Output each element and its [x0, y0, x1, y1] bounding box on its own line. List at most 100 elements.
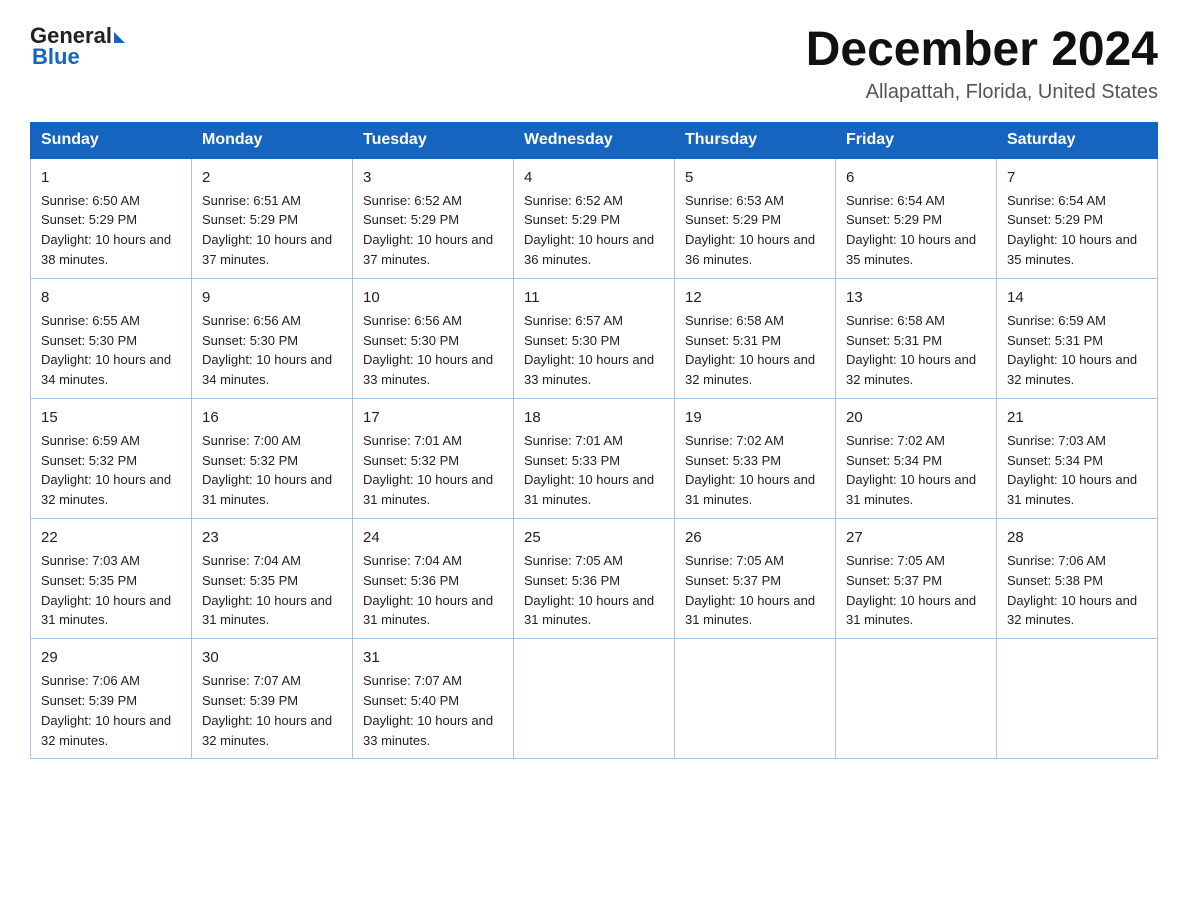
- day-info: Sunrise: 7:01 AMSunset: 5:33 PMDaylight:…: [524, 433, 654, 508]
- day-info: Sunrise: 7:02 AMSunset: 5:34 PMDaylight:…: [846, 433, 976, 508]
- calendar-day-cell: 22 Sunrise: 7:03 AMSunset: 5:35 PMDayligh…: [31, 519, 192, 639]
- calendar-day-cell: [675, 639, 836, 759]
- day-number: 2: [202, 167, 342, 189]
- day-number: 17: [363, 407, 503, 429]
- day-number: 19: [685, 407, 825, 429]
- day-info: Sunrise: 6:58 AMSunset: 5:31 PMDaylight:…: [846, 313, 976, 388]
- calendar-day-cell: 2 Sunrise: 6:51 AMSunset: 5:29 PMDaylight…: [192, 158, 353, 279]
- day-info: Sunrise: 7:03 AMSunset: 5:35 PMDaylight:…: [41, 553, 171, 628]
- day-number: 1: [41, 167, 181, 189]
- day-number: 24: [363, 527, 503, 549]
- calendar-day-cell: 12 Sunrise: 6:58 AMSunset: 5:31 PMDayligh…: [675, 278, 836, 398]
- title-block: December 2024 Allapattah, Florida, Unite…: [806, 24, 1158, 104]
- calendar-day-cell: 15Sunrise: 6:59 AMSunset: 5:32 PMDayligh…: [31, 399, 192, 519]
- day-of-week-header: Monday: [192, 122, 353, 158]
- calendar-week-row: 8 Sunrise: 6:55 AMSunset: 5:30 PMDaylight…: [31, 278, 1158, 398]
- day-number: 11: [524, 287, 664, 309]
- calendar-day-cell: [836, 639, 997, 759]
- day-number: 10: [363, 287, 503, 309]
- calendar-day-cell: 6 Sunrise: 6:54 AMSunset: 5:29 PMDaylight…: [836, 158, 997, 279]
- day-number: 27: [846, 527, 986, 549]
- page-header: General Blue December 2024 Allapattah, F…: [30, 24, 1158, 104]
- day-info: Sunrise: 6:56 AMSunset: 5:30 PMDaylight:…: [363, 313, 493, 388]
- day-info: Sunrise: 7:00 AMSunset: 5:32 PMDaylight:…: [202, 433, 332, 508]
- day-info: Sunrise: 7:04 AMSunset: 5:36 PMDaylight:…: [363, 553, 493, 628]
- calendar-day-cell: 27 Sunrise: 7:05 AMSunset: 5:37 PMDayligh…: [836, 519, 997, 639]
- day-info: Sunrise: 7:05 AMSunset: 5:37 PMDaylight:…: [846, 553, 976, 628]
- day-number: 12: [685, 287, 825, 309]
- day-number: 18: [524, 407, 664, 429]
- calendar-day-cell: 17 Sunrise: 7:01 AMSunset: 5:32 PMDayligh…: [353, 399, 514, 519]
- day-info: Sunrise: 6:54 AMSunset: 5:29 PMDaylight:…: [1007, 193, 1137, 268]
- day-info: Sunrise: 7:06 AMSunset: 5:38 PMDaylight:…: [1007, 553, 1137, 628]
- day-info: Sunrise: 6:59 AMSunset: 5:31 PMDaylight:…: [1007, 313, 1137, 388]
- calendar-day-cell: 18 Sunrise: 7:01 AMSunset: 5:33 PMDayligh…: [514, 399, 675, 519]
- day-of-week-header: Saturday: [997, 122, 1158, 158]
- calendar-day-cell: 3 Sunrise: 6:52 AMSunset: 5:29 PMDaylight…: [353, 158, 514, 279]
- calendar-day-cell: 24 Sunrise: 7:04 AMSunset: 5:36 PMDayligh…: [353, 519, 514, 639]
- day-info: Sunrise: 6:51 AMSunset: 5:29 PMDaylight:…: [202, 193, 332, 268]
- day-info: Sunrise: 7:05 AMSunset: 5:36 PMDaylight:…: [524, 553, 654, 628]
- day-of-week-header: Tuesday: [353, 122, 514, 158]
- calendar-day-cell: 21Sunrise: 7:03 AMSunset: 5:34 PMDayligh…: [997, 399, 1158, 519]
- day-info: Sunrise: 6:54 AMSunset: 5:29 PMDaylight:…: [846, 193, 976, 268]
- calendar-day-cell: 14Sunrise: 6:59 AMSunset: 5:31 PMDayligh…: [997, 278, 1158, 398]
- day-of-week-header: Wednesday: [514, 122, 675, 158]
- day-info: Sunrise: 7:07 AMSunset: 5:39 PMDaylight:…: [202, 673, 332, 748]
- day-of-week-header: Thursday: [675, 122, 836, 158]
- logo: General Blue: [30, 24, 125, 70]
- day-info: Sunrise: 6:55 AMSunset: 5:30 PMDaylight:…: [41, 313, 171, 388]
- day-info: Sunrise: 6:58 AMSunset: 5:31 PMDaylight:…: [685, 313, 815, 388]
- calendar-header-row: SundayMondayTuesdayWednesdayThursdayFrid…: [31, 122, 1158, 158]
- calendar-day-cell: 19 Sunrise: 7:02 AMSunset: 5:33 PMDayligh…: [675, 399, 836, 519]
- day-number: 3: [363, 167, 503, 189]
- day-number: 23: [202, 527, 342, 549]
- calendar-day-cell: 13 Sunrise: 6:58 AMSunset: 5:31 PMDayligh…: [836, 278, 997, 398]
- logo-arrow-icon: [114, 32, 125, 43]
- calendar-day-cell: 28 Sunrise: 7:06 AMSunset: 5:38 PMDayligh…: [997, 519, 1158, 639]
- day-of-week-header: Sunday: [31, 122, 192, 158]
- day-info: Sunrise: 6:52 AMSunset: 5:29 PMDaylight:…: [363, 193, 493, 268]
- calendar-day-cell: 30 Sunrise: 7:07 AMSunset: 5:39 PMDayligh…: [192, 639, 353, 759]
- day-number: 26: [685, 527, 825, 549]
- day-info: Sunrise: 6:52 AMSunset: 5:29 PMDaylight:…: [524, 193, 654, 268]
- day-info: Sunrise: 7:07 AMSunset: 5:40 PMDaylight:…: [363, 673, 493, 748]
- day-number: 16: [202, 407, 342, 429]
- calendar-day-cell: 29Sunrise: 7:06 AMSunset: 5:39 PMDayligh…: [31, 639, 192, 759]
- day-number: 25: [524, 527, 664, 549]
- day-info: Sunrise: 7:01 AMSunset: 5:32 PMDaylight:…: [363, 433, 493, 508]
- calendar-day-cell: [997, 639, 1158, 759]
- calendar-day-cell: 9Sunrise: 6:56 AMSunset: 5:30 PMDaylight…: [192, 278, 353, 398]
- day-info: Sunrise: 7:04 AMSunset: 5:35 PMDaylight:…: [202, 553, 332, 628]
- day-number: 29: [41, 647, 181, 669]
- calendar-day-cell: 1Sunrise: 6:50 AMSunset: 5:29 PMDaylight…: [31, 158, 192, 279]
- day-number: 6: [846, 167, 986, 189]
- calendar-table: SundayMondayTuesdayWednesdayThursdayFrid…: [30, 122, 1158, 760]
- day-number: 20: [846, 407, 986, 429]
- day-info: Sunrise: 6:57 AMSunset: 5:30 PMDaylight:…: [524, 313, 654, 388]
- day-of-week-header: Friday: [836, 122, 997, 158]
- day-info: Sunrise: 6:59 AMSunset: 5:32 PMDaylight:…: [41, 433, 171, 508]
- calendar-day-cell: 16 Sunrise: 7:00 AMSunset: 5:32 PMDayligh…: [192, 399, 353, 519]
- calendar-day-cell: 4 Sunrise: 6:52 AMSunset: 5:29 PMDaylight…: [514, 158, 675, 279]
- day-number: 30: [202, 647, 342, 669]
- calendar-day-cell: 7 Sunrise: 6:54 AMSunset: 5:29 PMDaylight…: [997, 158, 1158, 279]
- calendar-day-cell: 23 Sunrise: 7:04 AMSunset: 5:35 PMDayligh…: [192, 519, 353, 639]
- day-number: 7: [1007, 167, 1147, 189]
- day-info: Sunrise: 7:03 AMSunset: 5:34 PMDaylight:…: [1007, 433, 1137, 508]
- day-number: 4: [524, 167, 664, 189]
- calendar-day-cell: [514, 639, 675, 759]
- day-number: 8: [41, 287, 181, 309]
- day-number: 22: [41, 527, 181, 549]
- day-info: Sunrise: 7:02 AMSunset: 5:33 PMDaylight:…: [685, 433, 815, 508]
- day-number: 31: [363, 647, 503, 669]
- calendar-day-cell: 10 Sunrise: 6:56 AMSunset: 5:30 PMDayligh…: [353, 278, 514, 398]
- day-info: Sunrise: 6:56 AMSunset: 5:30 PMDaylight:…: [202, 313, 332, 388]
- day-number: 5: [685, 167, 825, 189]
- day-number: 28: [1007, 527, 1147, 549]
- logo-blue-text: Blue: [32, 44, 80, 70]
- day-info: Sunrise: 7:05 AMSunset: 5:37 PMDaylight:…: [685, 553, 815, 628]
- day-number: 13: [846, 287, 986, 309]
- calendar-day-cell: 26 Sunrise: 7:05 AMSunset: 5:37 PMDayligh…: [675, 519, 836, 639]
- calendar-week-row: 22 Sunrise: 7:03 AMSunset: 5:35 PMDayligh…: [31, 519, 1158, 639]
